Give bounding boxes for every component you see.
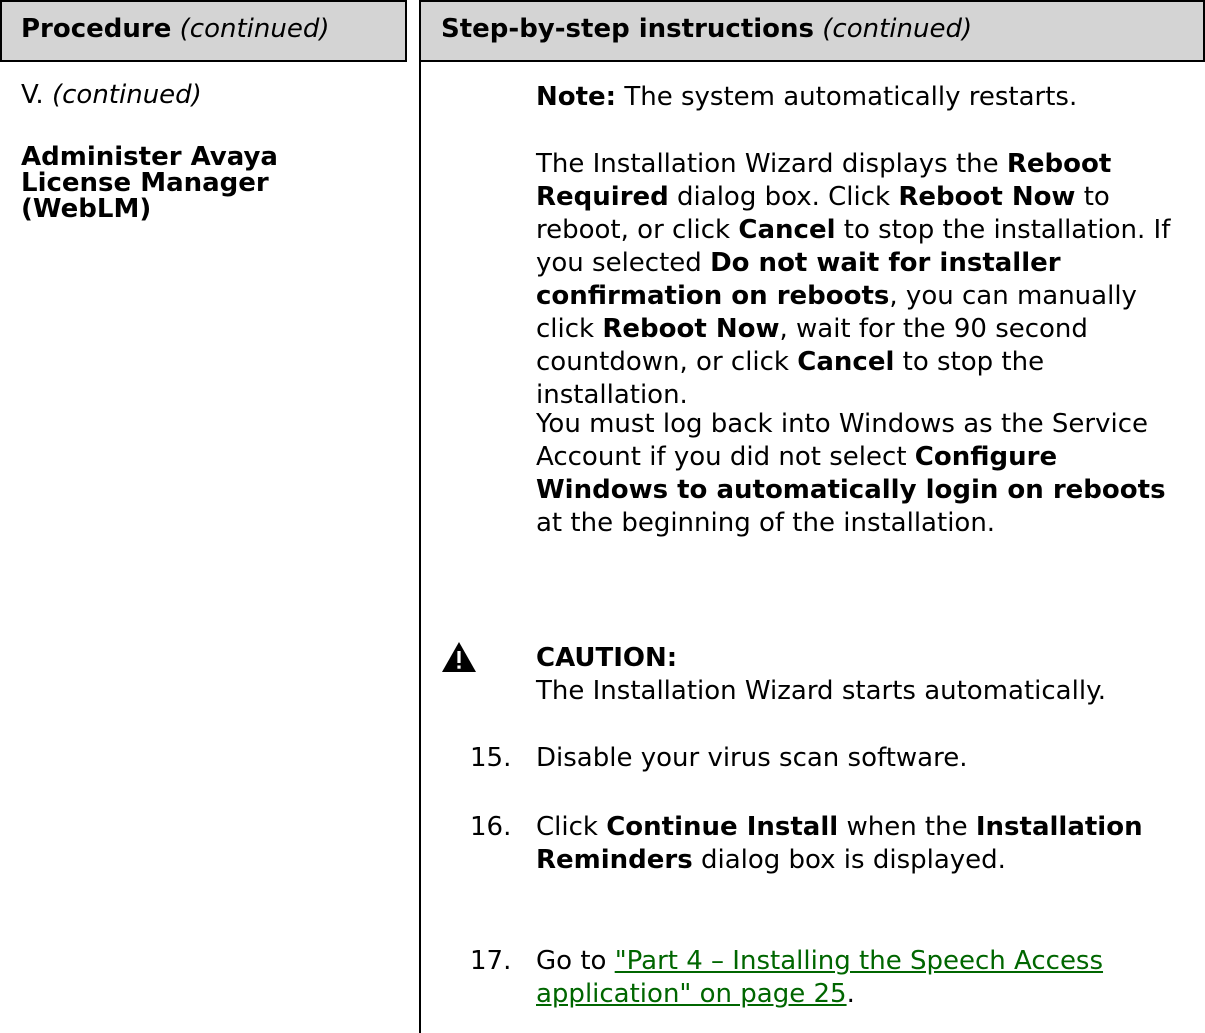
procedure-cell: V. (continued) Administer Avaya License … xyxy=(21,80,401,222)
reboot-paragraph: The Installation Wizard displays the Reb… xyxy=(536,149,1171,410)
caution-label: CAUTION: xyxy=(536,643,678,673)
step-text: Click Continue Install when the Installa… xyxy=(536,812,1143,875)
step-text: Go to "Part 4 – Installing the Speech Ac… xyxy=(536,946,1104,1009)
procedure-header-label: Procedure xyxy=(21,14,172,44)
caution-block: CAUTION: The Installation Wizard starts … xyxy=(536,642,1198,708)
procedure-header: Procedure (continued) xyxy=(0,0,407,62)
column-divider xyxy=(419,62,421,1033)
section-id-line: V. (continued) xyxy=(21,80,401,111)
step-text: Disable your virus scan software. xyxy=(536,743,968,773)
section-note: (continued) xyxy=(51,80,202,110)
warning-triangle-icon xyxy=(442,642,476,672)
step-number: 15. xyxy=(470,743,512,773)
section-id: V. xyxy=(21,80,44,110)
note-paragraph: Note: The system automatically restarts. xyxy=(536,81,1198,114)
section-title: Administer Avaya License Manager (WebLM) xyxy=(21,142,278,224)
procedure-header-note: (continued) xyxy=(179,14,330,44)
login-paragraph: You must log back into Windows as the Se… xyxy=(536,409,1166,538)
steps-header-label: Step-by-step instructions xyxy=(441,14,815,44)
note-label: Note: xyxy=(536,82,617,112)
part4-page-link[interactable]: "Part 4 – Installing the Speech Access a… xyxy=(536,946,1103,1009)
note-text: The system automatically restarts. xyxy=(616,82,1078,112)
caution-text: The Installation Wizard starts automatic… xyxy=(536,676,1107,706)
step-number: 17. xyxy=(470,946,512,976)
procedure-table: Procedure (continued) Step-by-step instr… xyxy=(0,0,1205,1033)
steps-header: Step-by-step instructions (continued) xyxy=(419,0,1205,62)
steps-header-note: (continued) xyxy=(822,14,973,44)
step-number: 16. xyxy=(470,812,512,842)
